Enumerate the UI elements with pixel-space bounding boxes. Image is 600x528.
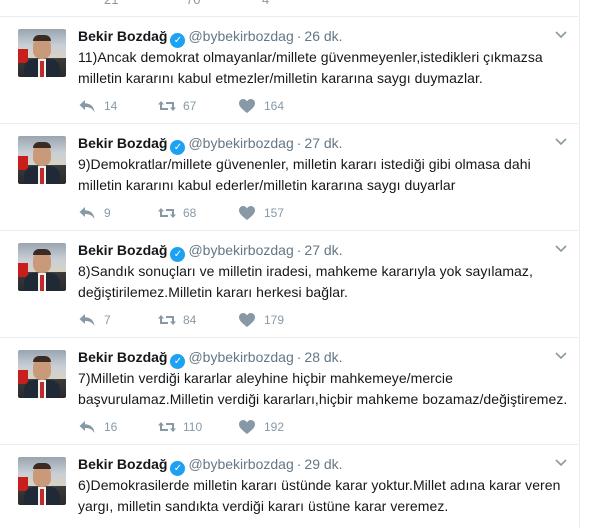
tweet-text: 11)Ancak demokrat olmayanlar/millete güv… [78,49,543,86]
reply-count: 7 [104,313,111,327]
tweet-text: 8)Sandık sonuçları ve milletin iradesi, … [78,263,533,300]
tweet[interactable]: Bekir Bozdağ ✓ @bybekirbozdag · 28 dk. 7)Mil… [0,338,578,445]
tweet-time[interactable]: 28 dk. [304,349,342,365]
retweet-count: 67 [183,99,197,113]
tweet-text: 6)Demokrasilerde milletin kararı üstünde… [78,477,561,514]
avatar[interactable] [18,136,66,184]
author-handle[interactable]: @bybekirbozdag [188,349,293,365]
author-name[interactable]: Bekir Bozdağ [78,135,167,151]
author-name[interactable]: Bekir Bozdağ [78,349,167,365]
like-count: 157 [264,206,285,220]
reply-icon [79,314,95,326]
avatar[interactable] [18,29,66,77]
tweet-header: Bekir Bozdağ ✓ @bybekirbozdag · 28 dk. [78,349,343,369]
avatar[interactable] [18,243,66,291]
like-icon [239,313,255,327]
reply-icon [79,100,95,112]
previous-like-count: 4 [262,0,269,7]
tweet-actions: 14 67 164 [78,96,378,116]
tweet-actions: 9 68 157 [78,203,378,223]
tweet-time[interactable]: 29 dk. [304,456,342,472]
verified-badge-icon: ✓ [170,33,186,48]
tweet-time[interactable]: 27 dk. [304,242,342,258]
tweet-time[interactable]: 27 dk. [304,135,342,151]
tweet-header: Bekir Bozdağ ✓ @bybekirbozdag · 26 dk. [78,28,343,48]
retweet-icon [158,208,176,218]
chevron-down-icon[interactable] [554,134,568,148]
chevron-down-icon[interactable] [554,241,568,255]
author-handle[interactable]: @bybekirbozdag [188,28,293,44]
like-count: 179 [264,313,285,327]
tweet-header: Bekir Bozdağ ✓ @bybekirbozdag · 27 dk. [78,242,343,262]
tweet-header: Bekir Bozdağ ✓ @bybekirbozdag · 27 dk. [78,135,343,155]
tweet[interactable]: Bekir Bozdağ ✓ @bybekirbozdag · 29 dk. 6)Dem… [0,445,578,528]
tweet[interactable]: Bekir Bozdağ ✓ @bybekirbozdag · 27 dk. 8)San… [0,231,578,338]
previous-reply-count: 21 [104,0,118,7]
reply-icon [79,207,95,219]
avatar[interactable] [18,457,66,505]
chevron-down-icon[interactable] [554,455,568,469]
reply-count: 16 [104,420,118,434]
tweet-actions: 16 110 192 [78,417,378,437]
tweet-time[interactable]: 26 dk. [304,28,342,44]
like-icon [239,420,255,434]
verified-badge-icon: ✓ [170,461,186,476]
reply-icon [79,421,95,433]
tweet-text: 7)Milletin verdiği kararlar aleyhine hiç… [78,370,568,407]
author-handle[interactable]: @bybekirbozdag [188,242,293,258]
avatar[interactable] [18,350,66,398]
retweet-count: 110 [183,420,203,434]
previous-retweet-count: 70 [186,0,200,7]
author-name[interactable]: Bekir Bozdağ [78,242,167,258]
verified-badge-icon: ✓ [170,247,186,262]
chevron-down-icon[interactable] [554,348,568,362]
author-handle[interactable]: @bybekirbozdag [188,135,293,151]
tweet[interactable]: Bekir Bozdağ ✓ @bybekirbozdag · 27 dk. 9)Dem… [0,124,578,231]
author-name[interactable]: Bekir Bozdağ [78,28,167,44]
retweet-icon [158,422,176,432]
reply-count: 9 [104,206,111,220]
retweet-icon [158,315,176,325]
previous-tweet-actions: 21 70 4 [0,0,578,17]
verified-badge-icon: ✓ [170,140,186,155]
tweet-header: Bekir Bozdağ ✓ @bybekirbozdag · 29 dk. [78,456,343,476]
retweet-count: 84 [183,313,197,327]
tweet-actions: 7 84 179 [78,310,378,330]
like-icon [239,99,255,113]
retweet-count: 68 [183,206,197,220]
reply-count: 14 [104,99,118,113]
like-icon [239,206,255,220]
chevron-down-icon[interactable] [554,27,568,41]
scrollbar[interactable] [579,0,600,528]
tweet-timeline: 21 70 4 Bekir Bozdağ✓@bybekirbozdag·26 d… [0,0,600,528]
like-count: 164 [264,99,285,113]
retweet-icon [158,101,176,111]
tweet-text: 9)Demokratlar/millete güvenenler, millet… [78,156,531,193]
like-count: 192 [264,420,285,434]
author-name[interactable]: Bekir Bozdağ [78,456,167,472]
verified-badge-icon: ✓ [170,354,186,369]
tweet[interactable]: Bekir Bozdağ ✓ @bybekirbozdag · 26 dk. 11)An… [0,17,578,124]
author-handle[interactable]: @bybekirbozdag [188,456,293,472]
